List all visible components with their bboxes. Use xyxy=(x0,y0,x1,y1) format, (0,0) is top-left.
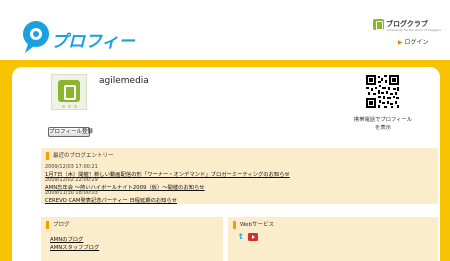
arrow-icon: ▶ xyxy=(398,39,403,46)
login-link[interactable]: ▶ ログイン xyxy=(398,37,429,46)
blogs-heading: ブログ xyxy=(46,221,70,229)
profile-page: { "header": { "brand_name": "ブログクラブ", "b… xyxy=(0,0,450,261)
blogclub-icon xyxy=(373,19,384,30)
avatar-dot xyxy=(68,105,71,108)
qr-caption: 携帯電話でプロフィール を表示 xyxy=(350,116,416,132)
avatar-dot xyxy=(74,105,77,108)
qr-code xyxy=(366,75,399,108)
username: agilemedia xyxy=(99,76,149,86)
avatar xyxy=(51,74,87,110)
recent-entries-heading: 最近のブログエントリー xyxy=(46,152,114,160)
blog-link[interactable]: AMNスタッフブログ xyxy=(50,243,99,251)
brand-tagline: community for the world of bloggers xyxy=(386,28,441,32)
blog-icon xyxy=(58,80,80,102)
qr-caption-line2: を表示 xyxy=(375,125,391,131)
blogs-panel: ブログ AMNのブログ AMNスタッフブログ xyxy=(41,217,223,261)
web-services-heading: Webサービス xyxy=(233,221,274,229)
youtube-icon[interactable] xyxy=(248,233,258,241)
web-services-panel: Webサービス t xyxy=(228,217,438,261)
avatar-dot xyxy=(62,105,65,108)
blogclub-logo[interactable]: ブログクラブ community for the world of blogge… xyxy=(373,19,441,33)
login-label: ログイン xyxy=(404,39,429,46)
recent-entries-panel: 最近のブログエントリー 2009/12/03 17:00:21 1月7日（木）開… xyxy=(41,148,438,204)
qr-caption-line1: 携帯電話でプロフィール xyxy=(353,117,413,123)
logo-text: プロフィール xyxy=(51,32,135,52)
blog-link[interactable]: AMNのブログ xyxy=(50,235,83,243)
twitter-icon[interactable]: t xyxy=(239,233,247,241)
profile-logo[interactable]: プロフィール xyxy=(20,16,135,56)
entry-link[interactable]: CEREVO CAM発表記念パーティー 日程延期のお知らせ xyxy=(45,196,177,204)
profile-register-button[interactable]: プロフィール登録 xyxy=(48,127,93,137)
